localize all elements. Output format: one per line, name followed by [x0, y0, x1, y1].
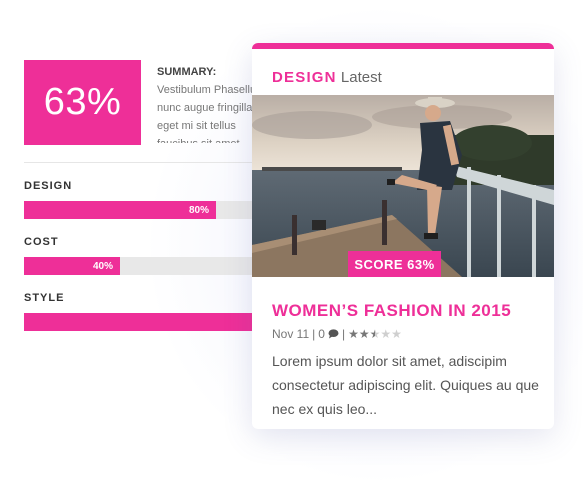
category-label[interactable]: DESIGN — [272, 69, 337, 86]
post-meta: Nov 11 | 0 | ★★★★★ — [272, 327, 402, 341]
bar-fill-cost: 40% — [24, 257, 120, 275]
divider — [24, 162, 264, 163]
summary-text: Vestibulum Phasellus nunc augue fringill… — [157, 84, 262, 143]
bar-style — [24, 313, 264, 331]
comment-count[interactable]: 0 — [318, 327, 325, 341]
review-summary: SUMMARY: Vestibulum Phasellus nunc augue… — [157, 63, 267, 143]
category-sub: Latest — [340, 69, 382, 86]
rating-stars-icon: ★★★★★ — [348, 327, 402, 341]
post-date: Nov 11 — [272, 327, 310, 341]
bar-label-cost: COST — [24, 236, 59, 248]
bar-label-design: DESIGN — [24, 180, 73, 192]
bar-fill-design: 80% — [24, 201, 216, 219]
star-empty-icon: ★ — [391, 327, 402, 341]
fashion-photo — [252, 95, 554, 277]
star-icon: ★ — [358, 327, 370, 341]
score-badge: SCORE 63% — [348, 251, 441, 277]
category-row: DESIGN Latest — [272, 69, 382, 86]
star-icon: ★ — [348, 327, 359, 341]
review-score-value: 63% — [43, 81, 122, 123]
bar-cost: 40% — [24, 257, 264, 275]
bar-label-style: STYLE — [24, 292, 65, 304]
meta-separator: | — [341, 327, 346, 341]
score-badge-text: SCORE 63% — [354, 256, 435, 272]
bar-fill-style — [24, 313, 264, 331]
star-empty-icon: ★ — [380, 327, 392, 341]
summary-label: SUMMARY: — [157, 66, 217, 78]
comment-icon — [328, 329, 339, 339]
post-title[interactable]: WOMEN’S FASHION IN 2015 — [272, 301, 511, 321]
star-half-icon: ★ — [369, 327, 381, 341]
bar-value-cost: 40% — [92, 260, 113, 272]
post-image[interactable] — [252, 95, 554, 277]
post-excerpt: Lorem ipsum dolor sit amet, adiscipim co… — [272, 353, 539, 417]
bar-design: 80% — [24, 201, 264, 219]
bar-value-design: 80% — [188, 204, 209, 216]
meta-separator: | — [312, 327, 316, 341]
post-card[interactable]: DESIGN Latest SCORE 63% WOMEN’S FASHION … — [252, 43, 554, 429]
review-score-box: 63% — [24, 60, 141, 145]
